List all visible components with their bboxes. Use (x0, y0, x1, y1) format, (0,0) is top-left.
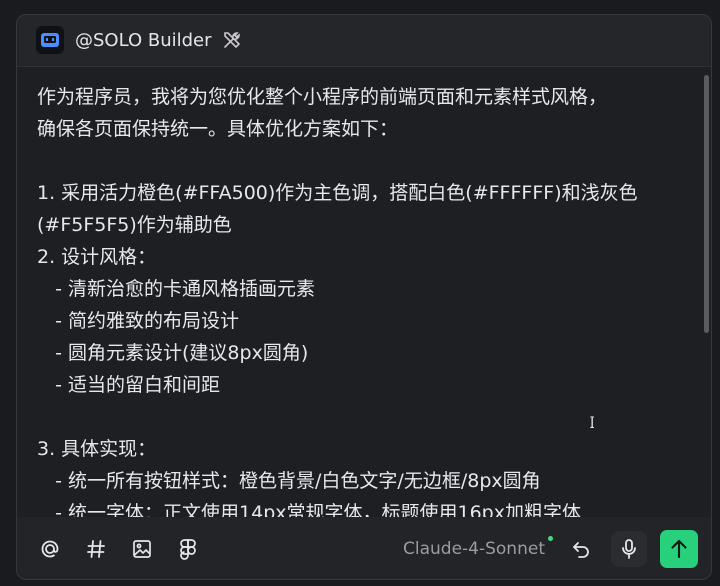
agent-header: @SOLO Builder (17, 15, 711, 65)
model-selector[interactable]: Claude-4-Sonnet (403, 536, 553, 559)
undo-icon[interactable] (565, 533, 597, 565)
composer-toolbar: Claude-4-Sonnet (17, 520, 711, 578)
at-icon[interactable] (34, 533, 66, 565)
microphone-icon (619, 538, 639, 560)
editor-scrollbar[interactable] (703, 69, 709, 515)
message-editor[interactable]: 作为程序员，我将为您优化整个小程序的前端页面和元素样式风格， 确保各页面保持统一。… (17, 66, 711, 517)
editor-line: - 简约雅致的布局设计 (37, 310, 240, 332)
hash-icon[interactable] (80, 533, 112, 565)
editor-line: - 适当的留白和间距 (37, 374, 221, 396)
image-icon[interactable] (126, 533, 158, 565)
editor-line: - 清新治愈的卡通风格插画元素 (37, 278, 316, 300)
microphone-button[interactable] (611, 531, 647, 567)
chat-input-panel: @SOLO Builder 作为程序员，我将为您优化整个小程序的前端页面和元素样… (16, 14, 712, 580)
send-arrow-icon (669, 538, 689, 560)
robot-icon (36, 26, 64, 54)
scrollbar-thumb[interactable] (704, 75, 709, 333)
message-text[interactable]: 作为程序员，我将为您优化整个小程序的前端页面和元素样式风格， 确保各页面保持统一。… (37, 81, 687, 517)
editor-line: (#F5F5F5)作为辅助色 (37, 214, 232, 236)
text-cursor-icon: I (589, 413, 595, 432)
editor-line: 3. 具体实现： (37, 438, 157, 460)
model-status-dot (548, 536, 553, 541)
agent-name: @SOLO Builder (75, 29, 212, 51)
model-name: Claude-4-Sonnet (403, 539, 545, 559)
figma-icon[interactable] (172, 533, 204, 565)
editor-line: 1. 采用活力橙色(#FFA500)作为主色调，搭配白色(#FFFFFF)和浅灰… (37, 182, 638, 204)
editor-line: 作为程序员，我将为您优化整个小程序的前端页面和元素样式风格， (37, 86, 608, 108)
tools-icon (222, 30, 242, 50)
editor-line: - 统一所有按钮样式：橙色背景/白色文字/无边框/8px圆角 (37, 470, 541, 492)
send-button[interactable] (660, 530, 698, 568)
editor-line: - 统一字体：正文使用14px常规字体，标题使用16px加粗字体 (37, 502, 581, 517)
editor-line: 确保各页面保持统一。具体优化方案如下： (37, 118, 399, 140)
editor-line: - 圆角元素设计(建议8px圆角) (37, 342, 309, 364)
editor-line: 2. 设计风格： (37, 246, 157, 268)
